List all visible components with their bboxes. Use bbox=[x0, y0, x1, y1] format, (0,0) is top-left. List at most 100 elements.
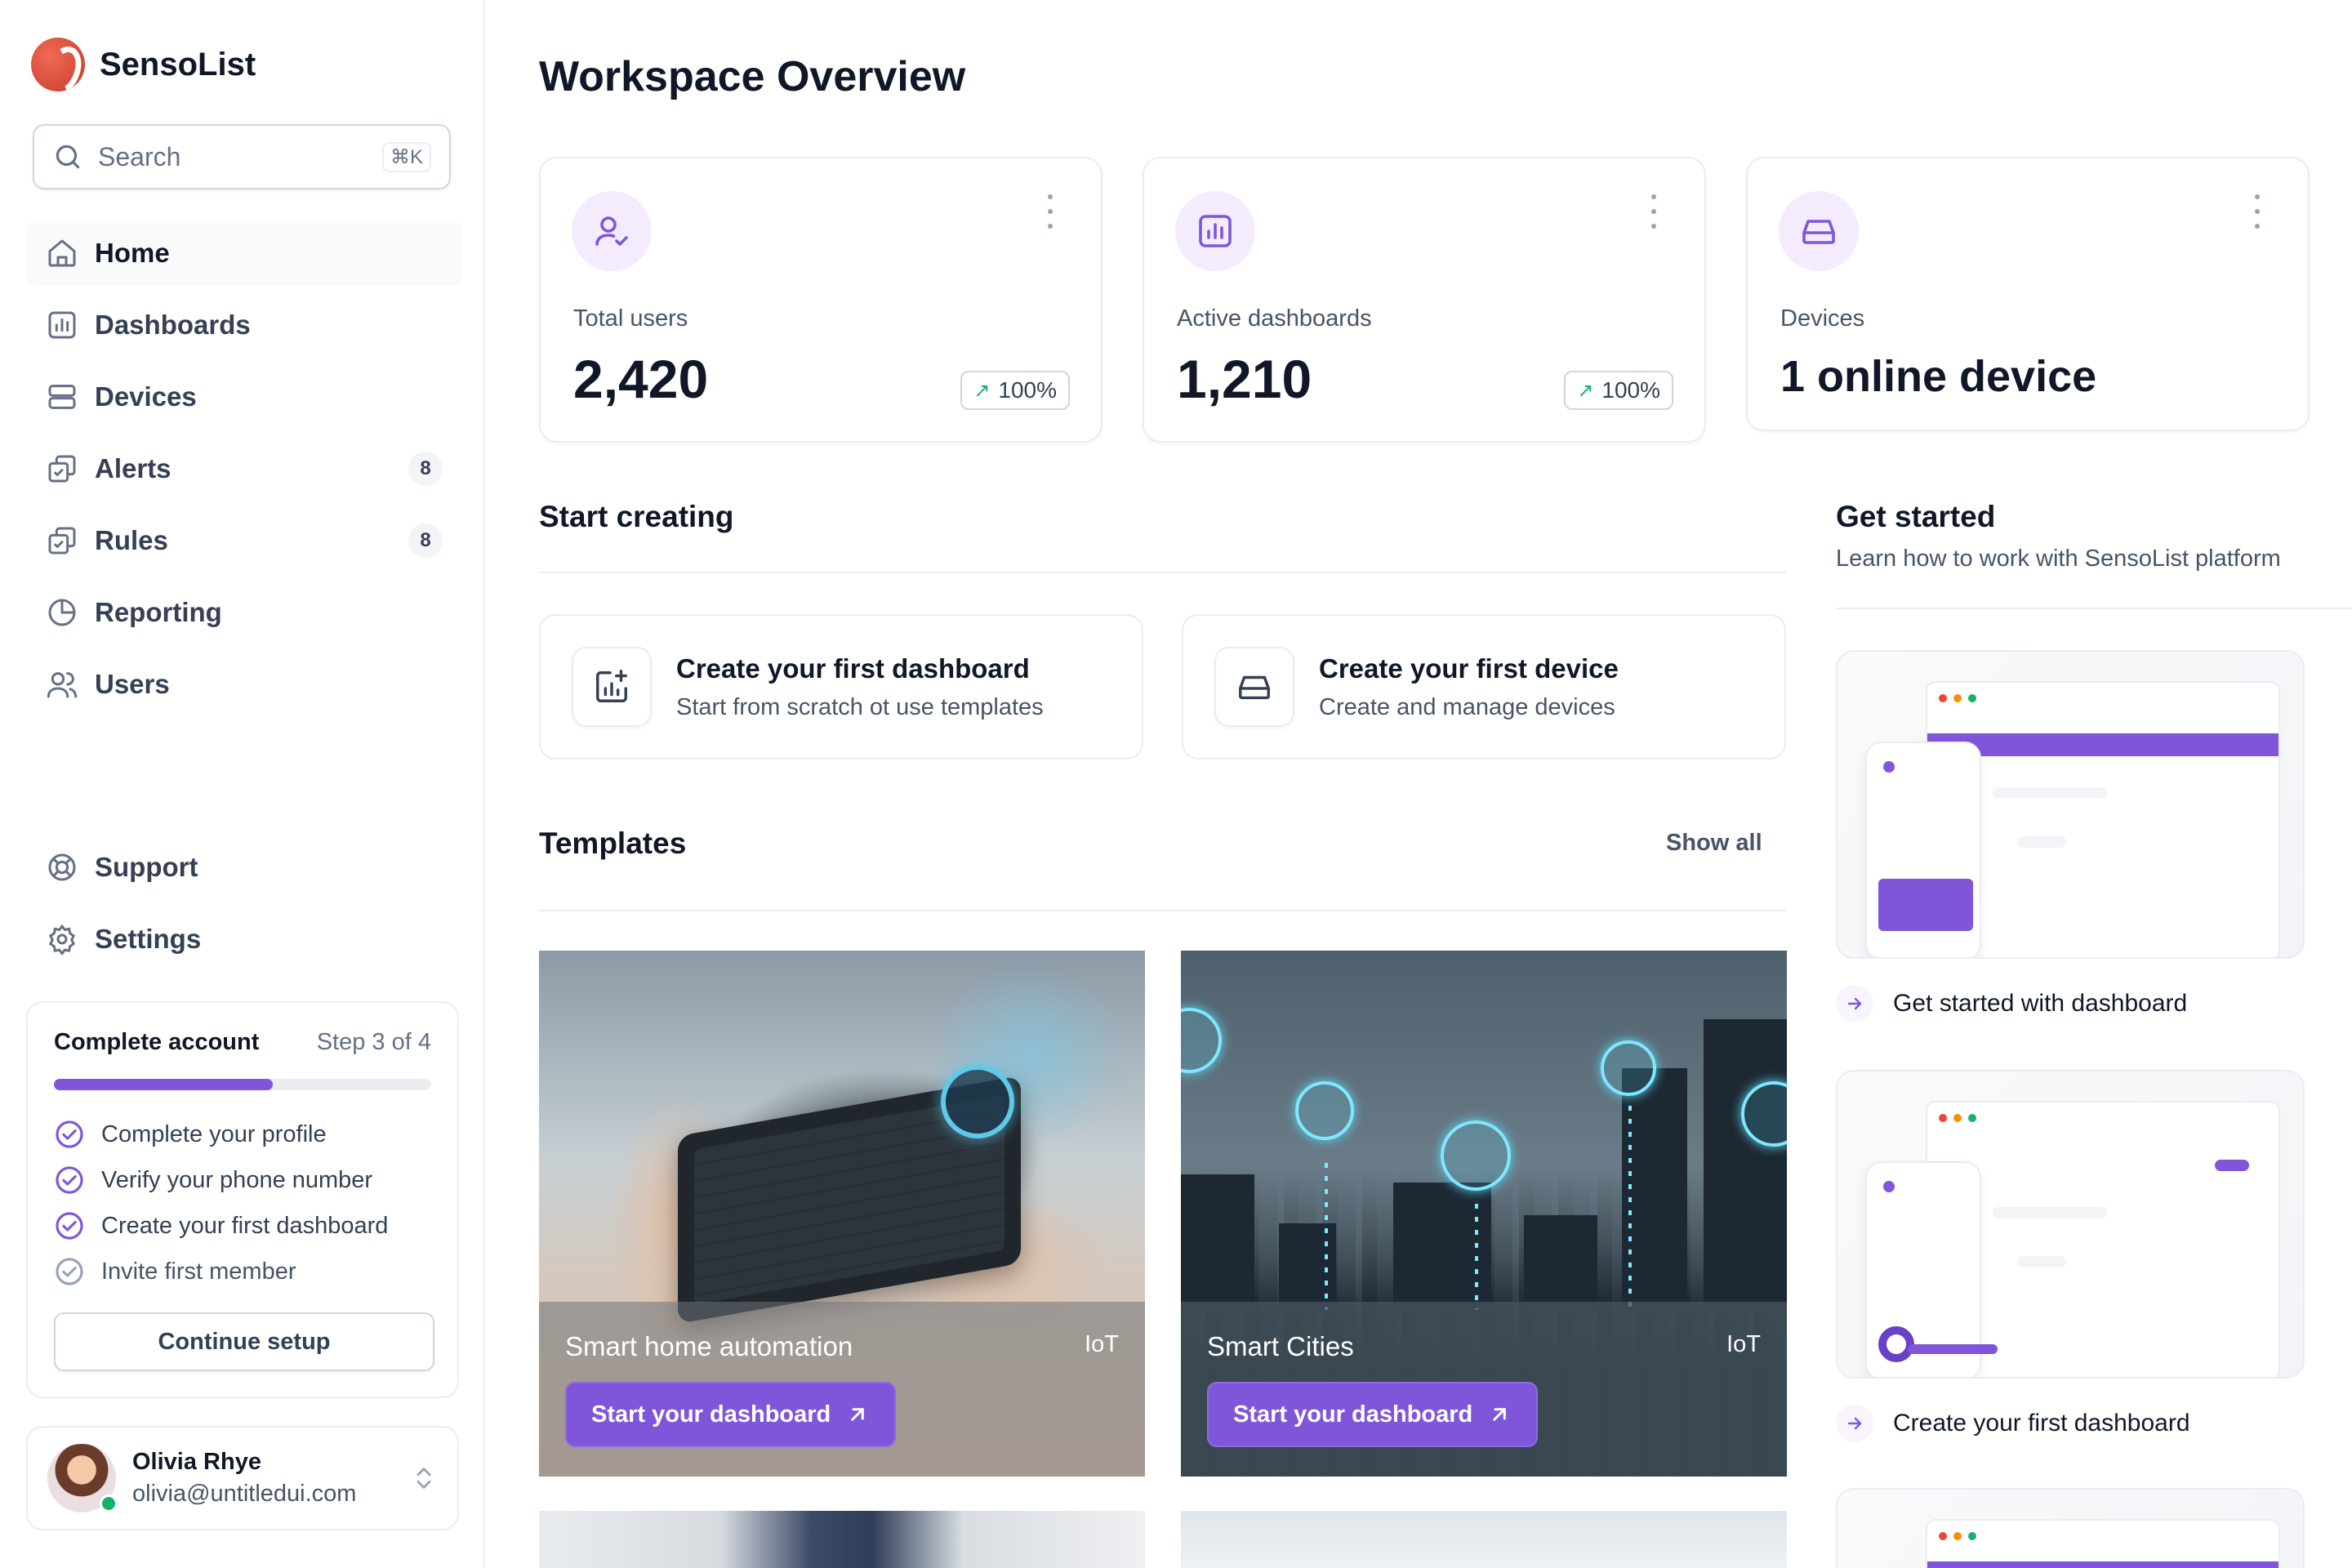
account-progress-bar bbox=[54, 1079, 431, 1090]
search-input[interactable]: Search ⌘K bbox=[33, 124, 451, 189]
home-icon bbox=[48, 239, 76, 267]
building-illustration bbox=[1704, 1019, 1787, 1313]
sidebar-item-label: Rules bbox=[95, 525, 168, 555]
guide-link[interactable]: Create your first dashboard bbox=[1836, 1405, 2190, 1442]
task-item[interactable]: Create your first dashboard bbox=[54, 1203, 431, 1249]
check-circle-outline-icon bbox=[56, 1258, 83, 1285]
divider bbox=[1836, 608, 2352, 609]
task-item[interactable]: Verify your phone number bbox=[54, 1157, 431, 1203]
stat-value: 1,210 bbox=[1177, 349, 1312, 409]
start-dashboard-button[interactable]: Start your dashboard bbox=[565, 1382, 897, 1447]
sidebar-item-users[interactable]: Users bbox=[26, 652, 462, 717]
sidebar-item-settings[interactable]: Settings bbox=[26, 906, 462, 972]
button-label: Start your dashboard bbox=[1233, 1401, 1473, 1428]
sidebar-item-alerts[interactable]: Alerts 8 bbox=[26, 436, 462, 501]
continue-setup-button[interactable]: Continue setup bbox=[54, 1312, 434, 1371]
sidebar-item-reporting[interactable]: Reporting bbox=[26, 580, 462, 645]
server-icon bbox=[48, 385, 76, 409]
sidebar-item-label: Home bbox=[95, 238, 170, 268]
page-title: Workspace Overview bbox=[539, 53, 966, 100]
sidebar-item-home[interactable]: Home bbox=[26, 220, 462, 286]
guide-link-label: Get started with dashboard bbox=[1893, 990, 2188, 1017]
create-device-card[interactable]: Create your first device Create and mana… bbox=[1182, 614, 1786, 760]
task-item[interactable]: Invite first member bbox=[54, 1249, 431, 1294]
arrow-up-right-icon: ↗ bbox=[1577, 379, 1594, 402]
search-placeholder: Search bbox=[98, 141, 181, 172]
more-vertical-icon[interactable] bbox=[2247, 191, 2267, 232]
stat-value: 1 online device bbox=[1780, 352, 2097, 401]
create-card-title: Create your first device bbox=[1319, 653, 1619, 684]
template-card-peek[interactable] bbox=[539, 1511, 1145, 1568]
mock-phone bbox=[1865, 742, 1981, 957]
rules-copy-icon bbox=[48, 527, 76, 555]
task-label: Invite first member bbox=[101, 1258, 296, 1285]
task-item[interactable]: Complete your profile bbox=[54, 1111, 431, 1157]
stat-label: Devices bbox=[1780, 305, 1865, 332]
device-icon bbox=[1441, 1120, 1511, 1191]
stat-value: 2,420 bbox=[573, 349, 709, 409]
sidebar-item-label: Dashboards bbox=[95, 310, 251, 340]
get-started-subtitle: Learn how to work with SensoList platfor… bbox=[1836, 546, 2281, 572]
guide-preview-card[interactable] bbox=[1836, 1070, 2305, 1379]
dashboard-add-icon bbox=[596, 670, 627, 702]
sidebar-item-label: Users bbox=[95, 669, 170, 699]
divider bbox=[539, 910, 1787, 911]
trend-value: 100% bbox=[1601, 377, 1660, 403]
signal-beam bbox=[1628, 1106, 1632, 1310]
mock-toolbar bbox=[1927, 1561, 2278, 1568]
stat-icon-wrap bbox=[1779, 191, 1859, 271]
more-vertical-icon[interactable] bbox=[1040, 191, 1060, 232]
signal-beam bbox=[1475, 1204, 1478, 1310]
sidebar-item-label: Settings bbox=[95, 924, 202, 954]
start-dashboard-button[interactable]: Start your dashboard bbox=[1207, 1382, 1539, 1447]
user-email: olivia@untitledui.com bbox=[132, 1481, 357, 1507]
guide-link[interactable]: Get started with dashboard bbox=[1836, 985, 2187, 1022]
task-label: Complete your profile bbox=[101, 1120, 327, 1147]
sidebar-item-support[interactable]: Support bbox=[26, 835, 462, 900]
create-dashboard-card[interactable]: Create your first dashboard Start from s… bbox=[539, 614, 1143, 760]
arrow-right-icon bbox=[1836, 1405, 1873, 1442]
gear-icon bbox=[48, 924, 76, 956]
create-card-title: Create your first dashboard bbox=[676, 653, 1030, 684]
building-illustration bbox=[1524, 1215, 1597, 1313]
stat-label: Active dashboards bbox=[1177, 305, 1372, 332]
create-icon-wrap bbox=[1214, 647, 1294, 727]
trend-value: 100% bbox=[998, 377, 1057, 403]
arrow-up-right-icon bbox=[851, 1408, 865, 1421]
check-circle-icon bbox=[56, 1166, 83, 1194]
sidebar-item-label: Support bbox=[95, 852, 198, 882]
building-illustration bbox=[1622, 1068, 1687, 1313]
divider bbox=[539, 572, 1787, 573]
globe-icon bbox=[1295, 1081, 1354, 1140]
sidebar-item-label: Alerts bbox=[95, 453, 172, 483]
rules-count-badge: 8 bbox=[408, 523, 443, 558]
trend-badge: ↗ 100% bbox=[960, 371, 1070, 410]
sidebar-item-dashboards[interactable]: Dashboards bbox=[26, 292, 462, 358]
account-step-indicator: Step 3 of 4 bbox=[316, 1029, 431, 1055]
template-tag: IoT bbox=[1726, 1331, 1761, 1357]
guide-link-label: Create your first dashboard bbox=[1893, 1410, 2190, 1437]
template-tag: IoT bbox=[1085, 1331, 1119, 1357]
alert-copy-icon bbox=[48, 455, 76, 483]
show-all-link[interactable]: Show all bbox=[1666, 830, 1762, 857]
sidebar-item-rules[interactable]: Rules 8 bbox=[26, 508, 462, 573]
task-label: Verify your phone number bbox=[101, 1166, 373, 1193]
user-profile-card[interactable]: Olivia Rhye olivia@untitledui.com bbox=[26, 1426, 459, 1530]
online-status-indicator bbox=[100, 1494, 118, 1512]
guide-preview-card[interactable] bbox=[1836, 650, 2305, 959]
template-card-smart-home[interactable]: Smart home automation IoT Start your das… bbox=[539, 951, 1145, 1477]
template-name: Smart Cities bbox=[1207, 1331, 1354, 1361]
guide-preview-card[interactable] bbox=[1836, 1488, 2305, 1568]
app-logo[interactable]: SensoList bbox=[31, 38, 256, 91]
dollar-icon bbox=[1601, 1040, 1656, 1096]
more-vertical-icon[interactable] bbox=[1644, 191, 1664, 232]
start-creating-title: Start creating bbox=[539, 500, 734, 533]
template-name: Smart home automation bbox=[565, 1331, 853, 1361]
template-card-smart-cities[interactable]: Smart Cities IoT Start your dashboard bbox=[1181, 951, 1787, 1477]
stat-card-active-dashboards: Active dashboards 1,210 ↗ 100% bbox=[1143, 157, 1706, 443]
stat-icon-wrap bbox=[1175, 191, 1255, 271]
template-card-peek[interactable] bbox=[1181, 1511, 1787, 1568]
chevron-selector-icon[interactable] bbox=[410, 1464, 438, 1492]
signal-beam bbox=[1325, 1163, 1328, 1310]
sidebar-item-devices[interactable]: Devices bbox=[26, 364, 462, 430]
